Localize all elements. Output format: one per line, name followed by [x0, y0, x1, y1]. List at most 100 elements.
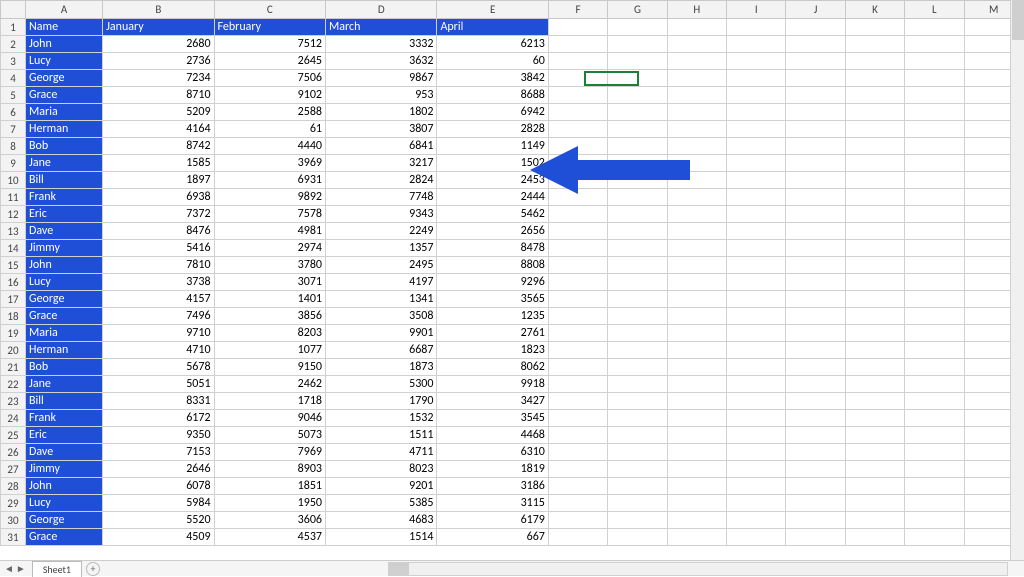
data-cell[interactable]: 9150: [214, 359, 325, 376]
cell[interactable]: [845, 36, 904, 53]
cell[interactable]: [548, 223, 607, 240]
cell[interactable]: [845, 427, 904, 444]
data-cell[interactable]: 3545: [437, 410, 548, 427]
cell[interactable]: [667, 223, 726, 240]
vertical-scrollbar[interactable]: [1010, 0, 1024, 560]
row-header[interactable]: 5: [1, 87, 26, 104]
header-month[interactable]: April: [437, 19, 548, 36]
cell[interactable]: [608, 240, 667, 257]
data-cell[interactable]: 5385: [325, 495, 436, 512]
data-cell[interactable]: 3217: [325, 155, 436, 172]
cell[interactable]: [905, 274, 964, 291]
data-cell[interactable]: 8688: [437, 87, 548, 104]
cell[interactable]: [608, 87, 667, 104]
cell[interactable]: [905, 359, 964, 376]
data-cell[interactable]: 7512: [214, 36, 325, 53]
cell[interactable]: [667, 444, 726, 461]
cell[interactable]: [845, 325, 904, 342]
row-header[interactable]: 3: [1, 53, 26, 70]
data-cell[interactable]: 2495: [325, 257, 436, 274]
data-cell[interactable]: 4981: [214, 223, 325, 240]
cell[interactable]: [845, 257, 904, 274]
row-header[interactable]: 6: [1, 104, 26, 121]
cell[interactable]: [905, 70, 964, 87]
name-cell[interactable]: Eric: [26, 427, 103, 444]
data-cell[interactable]: 8742: [103, 138, 214, 155]
data-cell[interactable]: 5073: [214, 427, 325, 444]
row-header[interactable]: 16: [1, 274, 26, 291]
data-cell[interactable]: 9918: [437, 376, 548, 393]
cell[interactable]: [727, 478, 786, 495]
cell[interactable]: [845, 410, 904, 427]
cell[interactable]: [727, 444, 786, 461]
cell[interactable]: [548, 393, 607, 410]
data-cell[interactable]: 61: [214, 121, 325, 138]
cell[interactable]: [548, 121, 607, 138]
data-cell[interactable]: 3842: [437, 70, 548, 87]
cell[interactable]: [548, 87, 607, 104]
data-cell[interactable]: 2646: [103, 461, 214, 478]
data-cell[interactable]: 1357: [325, 240, 436, 257]
cell[interactable]: [786, 393, 845, 410]
cell[interactable]: [786, 274, 845, 291]
cell[interactable]: [786, 376, 845, 393]
data-cell[interactable]: 3856: [214, 308, 325, 325]
cell[interactable]: [548, 427, 607, 444]
cell[interactable]: [548, 325, 607, 342]
column-header-G[interactable]: G: [608, 1, 667, 19]
data-cell[interactable]: 2656: [437, 223, 548, 240]
row-header[interactable]: 27: [1, 461, 26, 478]
header-month[interactable]: January: [103, 19, 214, 36]
cell[interactable]: [905, 461, 964, 478]
data-cell[interactable]: 3115: [437, 495, 548, 512]
data-cell[interactable]: 9350: [103, 427, 214, 444]
data-cell[interactable]: 1077: [214, 342, 325, 359]
cell[interactable]: [667, 274, 726, 291]
data-cell[interactable]: 1401: [214, 291, 325, 308]
cell[interactable]: [608, 512, 667, 529]
cell[interactable]: [667, 155, 726, 172]
cell[interactable]: [608, 461, 667, 478]
data-cell[interactable]: 8062: [437, 359, 548, 376]
data-cell[interactable]: 2974: [214, 240, 325, 257]
data-cell[interactable]: 7578: [214, 206, 325, 223]
cell[interactable]: [608, 393, 667, 410]
cell[interactable]: [905, 308, 964, 325]
data-cell[interactable]: 2645: [214, 53, 325, 70]
cell[interactable]: [608, 19, 667, 36]
name-cell[interactable]: George: [26, 70, 103, 87]
row-header[interactable]: 19: [1, 325, 26, 342]
cell[interactable]: [845, 189, 904, 206]
tab-nav-next-icon[interactable]: ►: [16, 562, 26, 575]
cell[interactable]: [608, 308, 667, 325]
data-cell[interactable]: 2588: [214, 104, 325, 121]
cell[interactable]: [548, 308, 607, 325]
data-cell[interactable]: 2736: [103, 53, 214, 70]
cell[interactable]: [905, 427, 964, 444]
data-cell[interactable]: 1790: [325, 393, 436, 410]
column-header-K[interactable]: K: [845, 1, 904, 19]
cell[interactable]: [667, 529, 726, 546]
cell[interactable]: [845, 529, 904, 546]
data-cell[interactable]: 7372: [103, 206, 214, 223]
cell[interactable]: [667, 240, 726, 257]
data-cell[interactable]: 8478: [437, 240, 548, 257]
data-cell[interactable]: 5984: [103, 495, 214, 512]
name-cell[interactable]: Maria: [26, 104, 103, 121]
column-header-I[interactable]: I: [727, 1, 786, 19]
row-header[interactable]: 24: [1, 410, 26, 427]
cell[interactable]: [786, 70, 845, 87]
cell[interactable]: [905, 240, 964, 257]
cell[interactable]: [608, 342, 667, 359]
horizontal-scrollbar-thumb[interactable]: [389, 563, 409, 575]
cell[interactable]: [548, 359, 607, 376]
cell[interactable]: [608, 359, 667, 376]
cell[interactable]: [727, 257, 786, 274]
name-cell[interactable]: John: [26, 257, 103, 274]
cell[interactable]: [727, 104, 786, 121]
data-cell[interactable]: 3427: [437, 393, 548, 410]
name-cell[interactable]: Jane: [26, 376, 103, 393]
cell[interactable]: [667, 53, 726, 70]
cell[interactable]: [845, 206, 904, 223]
cell[interactable]: [905, 121, 964, 138]
